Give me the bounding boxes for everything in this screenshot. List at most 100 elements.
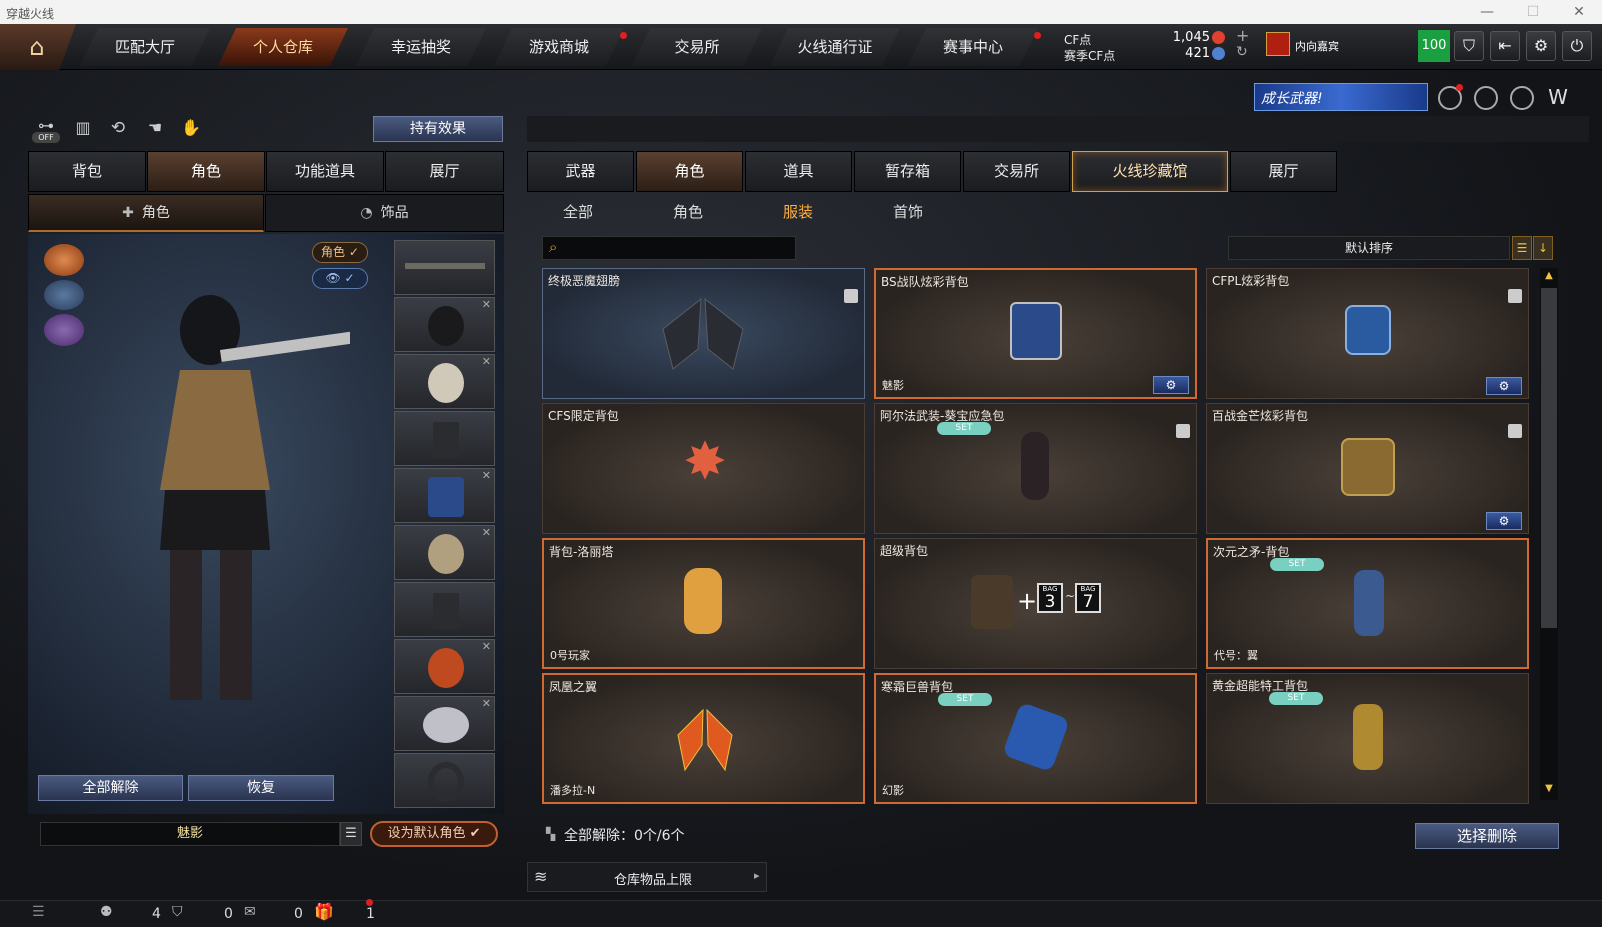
nav-tab-warehouse[interactable]: 个人仓库 xyxy=(218,28,348,66)
rtab-items[interactable]: 道具 xyxy=(745,151,852,192)
storage-limit-bar[interactable]: ≋ 仓库物品上限 ▸ xyxy=(527,862,767,892)
sort-direction-icon[interactable]: ↓ xyxy=(1533,236,1553,260)
rtab-weapon[interactable]: 武器 xyxy=(527,151,634,192)
equip-slot-helmet[interactable]: ✕ xyxy=(394,297,495,352)
search-box[interactable]: ⌕ xyxy=(542,236,796,260)
tab-showroom[interactable]: 展厅 xyxy=(385,151,504,192)
clan-icon[interactable]: ⛉ xyxy=(172,904,183,920)
trash-icon[interactable] xyxy=(1508,289,1522,303)
item-card[interactable]: 阿尔法武装-葵宝应急包 SET xyxy=(874,403,1197,534)
item-card[interactable]: 百战金芒炫彩背包 ⚙ xyxy=(1206,403,1529,534)
nav-tab-match-hall[interactable]: 匹配大厅 xyxy=(80,28,210,66)
filter-jewelry[interactable]: 首饰 xyxy=(858,200,958,224)
release-all-button[interactable]: 全部解除 xyxy=(38,775,183,801)
pose-icon[interactable]: ☚ xyxy=(144,118,166,140)
tab-character[interactable]: 角色 xyxy=(147,151,265,192)
trash-icon[interactable] xyxy=(1508,424,1522,438)
item-card[interactable]: 凤凰之翼 潘多拉-N xyxy=(542,673,865,804)
equip-slot-pet[interactable]: ✕ xyxy=(394,639,495,694)
tab-backpack[interactable]: 背包 xyxy=(28,151,146,192)
star-icon[interactable] xyxy=(1510,86,1534,110)
rtab-collection[interactable]: 火线珍藏馆 xyxy=(1072,151,1228,192)
visibility-pill[interactable]: 👁 ✓ xyxy=(312,268,368,289)
podium-icon[interactable]: ▥ xyxy=(72,118,94,140)
rotate-icon[interactable]: ⟲ xyxy=(107,118,129,140)
search-input[interactable] xyxy=(569,239,791,257)
maximize-button[interactable]: ☐ xyxy=(1510,0,1556,24)
scroll-up-icon[interactable]: ▲ xyxy=(1541,270,1557,286)
scroll-thumb[interactable] xyxy=(1541,288,1557,628)
add-points-icon[interactable]: + xyxy=(1236,26,1249,45)
minimize-button[interactable]: — xyxy=(1464,0,1510,24)
equip-slot-mask[interactable]: ✕ xyxy=(394,354,495,409)
equip-slot-weapon[interactable] xyxy=(394,240,495,295)
filter-all[interactable]: 全部 xyxy=(528,200,628,224)
slot-remove-icon[interactable]: ✕ xyxy=(482,697,491,710)
tab-functional-items[interactable]: 功能道具 xyxy=(266,151,384,192)
equip-slot-pants[interactable] xyxy=(394,582,495,637)
globe-icon[interactable] xyxy=(1474,86,1498,110)
item-card[interactable]: 背包-洛丽塔 0号玩家 xyxy=(542,538,865,669)
nav-tab-exchange[interactable]: 交易所 xyxy=(632,28,762,66)
equip-slot-accessory[interactable] xyxy=(394,753,495,808)
item-card[interactable]: 终极恶魔翅膀 xyxy=(542,268,865,399)
restore-button[interactable]: 恢复 xyxy=(188,775,334,801)
filter-clothing[interactable]: 服装 xyxy=(748,200,848,224)
faction-icon-1[interactable] xyxy=(44,244,84,276)
trash-icon[interactable] xyxy=(1176,424,1190,438)
rtab-character[interactable]: 角色 xyxy=(636,151,743,192)
equip-slot-wings[interactable]: ✕ xyxy=(394,696,495,751)
close-button[interactable]: ✕ xyxy=(1556,0,1602,24)
nav-tab-lottery[interactable]: 幸运抽奖 xyxy=(356,28,486,66)
slot-remove-icon[interactable]: ✕ xyxy=(482,640,491,653)
item-card[interactable]: 次元之矛-背包 SET 代号：翼 xyxy=(1206,538,1529,669)
shield-icon[interactable]: ⛉ xyxy=(1454,31,1484,61)
item-card[interactable]: 黄金超能特工背包 SET xyxy=(1206,673,1529,804)
rtab-exchange[interactable]: 交易所 xyxy=(963,151,1070,192)
w-logo-icon[interactable]: W xyxy=(1546,86,1570,110)
item-card[interactable]: CFPL炫彩背包 ⚙ xyxy=(1206,268,1529,399)
list-menu-icon[interactable]: ☰ xyxy=(340,822,362,846)
select-delete-button[interactable]: 选择删除 xyxy=(1415,823,1559,849)
sort-dropdown[interactable]: 默认排序 xyxy=(1228,236,1510,260)
equip-slot-vest[interactable] xyxy=(394,411,495,466)
faction-icon-3[interactable] xyxy=(44,314,84,346)
hold-effect-button[interactable]: 持有效果 xyxy=(373,116,503,142)
equip-slot-emblem[interactable]: ✕ xyxy=(394,525,495,580)
nav-tab-events[interactable]: 赛事中心 xyxy=(908,28,1038,66)
item-card[interactable]: 超级背包 + BAG 3 ~ BAG 7 xyxy=(874,538,1197,669)
rtab-storage[interactable]: 暂存箱 xyxy=(854,151,961,192)
slot-remove-icon[interactable]: ✕ xyxy=(482,355,491,368)
refresh-points-icon[interactable]: ↻ xyxy=(1236,44,1248,60)
faction-icon-2[interactable] xyxy=(44,280,84,310)
subtab-accessories[interactable]: ◔ 饰品 xyxy=(265,194,504,232)
nav-tab-battle-pass[interactable]: 火线通行证 xyxy=(770,28,900,66)
slot-remove-icon[interactable]: ✕ xyxy=(482,469,491,482)
scroll-down-icon[interactable]: ▼ xyxy=(1541,783,1557,799)
gear-icon[interactable]: ⚙ xyxy=(1526,31,1556,61)
logout-icon[interactable]: ⇤ xyxy=(1490,31,1520,61)
trash-icon[interactable] xyxy=(844,289,858,303)
subtab-character[interactable]: ✚ 角色 xyxy=(28,194,264,232)
slot-remove-icon[interactable]: ✕ xyxy=(482,298,491,311)
role-pill[interactable]: 角色 ✓ xyxy=(312,242,368,263)
growth-weapon-banner[interactable]: 成长武器! xyxy=(1254,83,1428,111)
sort-list-icon[interactable]: ☰ xyxy=(1512,236,1532,260)
equip-slot-backpack[interactable]: ✕ xyxy=(394,468,495,523)
item-settings-button[interactable]: ⚙ xyxy=(1486,512,1522,530)
friends-icon[interactable]: ⚉ xyxy=(100,904,113,920)
rtab-showroom[interactable]: 展厅 xyxy=(1230,151,1337,192)
power-icon[interactable]: ⏻ xyxy=(1562,31,1592,61)
mouse-icon[interactable]: ✋ xyxy=(180,118,202,140)
item-card[interactable]: BS战队炫彩背包 魅影 ⚙ xyxy=(874,268,1197,399)
gift-icon[interactable]: 🎁 xyxy=(314,902,334,921)
item-settings-button[interactable]: ⚙ xyxy=(1486,377,1522,395)
chat-icon[interactable]: ✉ xyxy=(244,904,256,920)
item-settings-button[interactable]: ⚙ xyxy=(1153,376,1189,394)
menu-icon[interactable]: ☰ xyxy=(32,904,45,920)
slot-remove-icon[interactable]: ✕ xyxy=(482,526,491,539)
character-name-field[interactable]: 魅影 xyxy=(40,822,340,846)
item-card[interactable]: 寒霜巨兽背包 SET 幻影 xyxy=(874,673,1197,804)
set-default-character-button[interactable]: 设为默认角色 ✔ xyxy=(370,821,498,847)
nav-tab-shop[interactable]: 游戏商城 xyxy=(494,28,624,66)
